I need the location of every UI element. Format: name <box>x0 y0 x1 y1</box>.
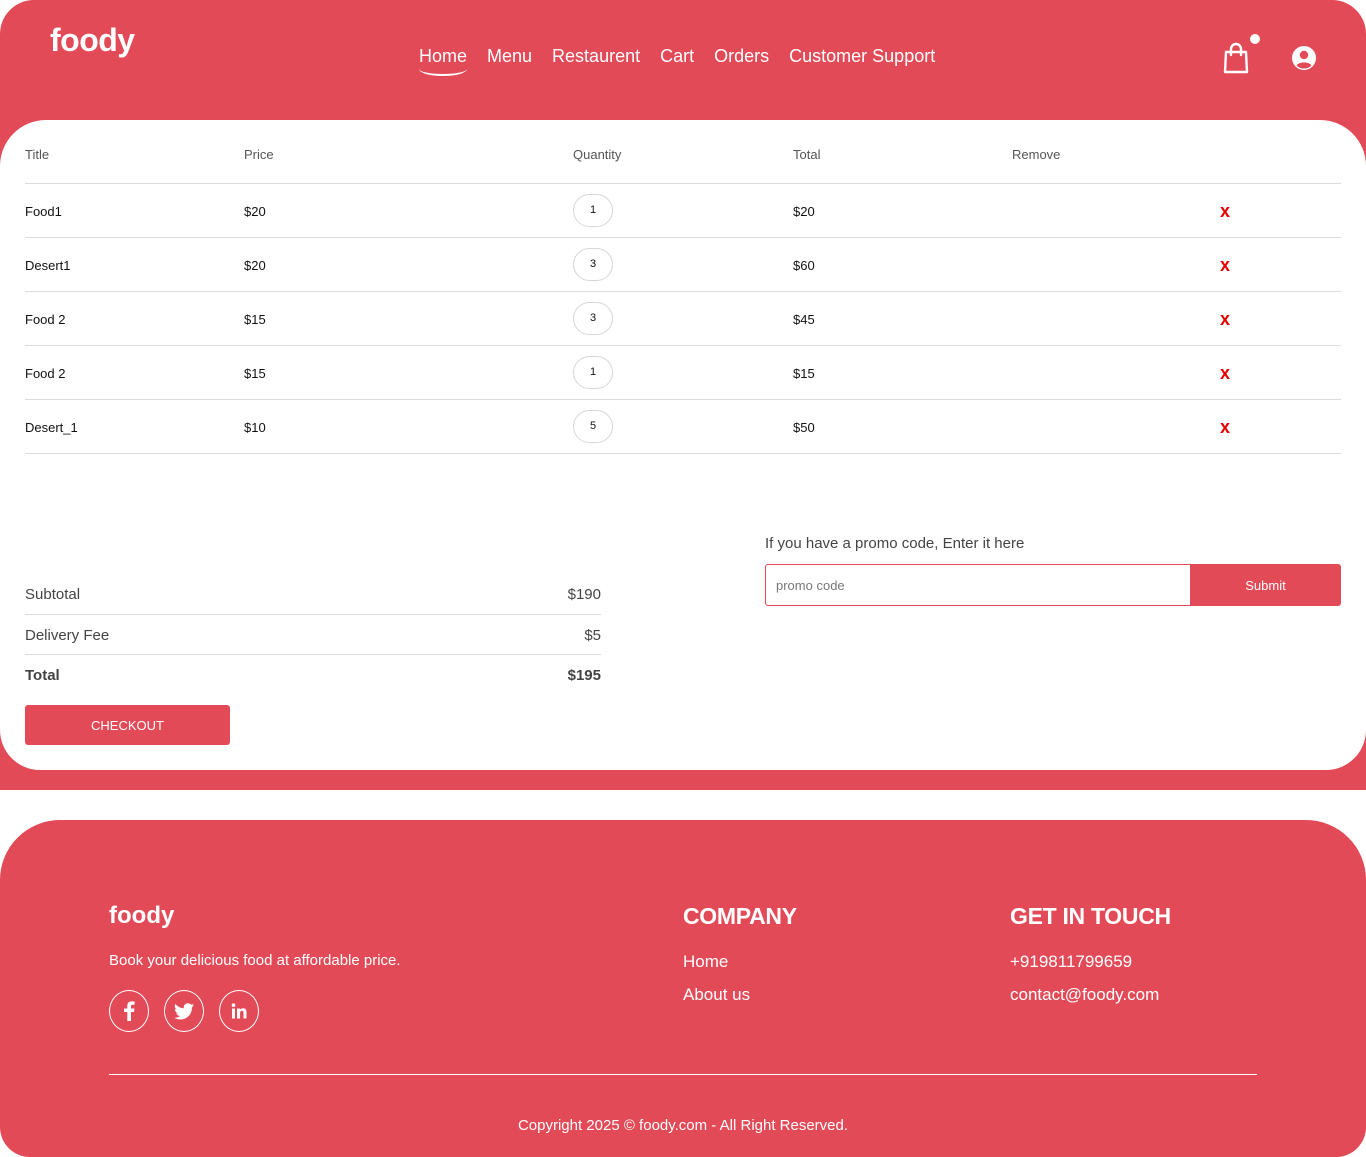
item-title: Food1 <box>25 204 62 219</box>
subtotal-row: Subtotal $190 <box>25 574 601 614</box>
total-label: Total <box>25 667 60 684</box>
promo-label: If you have a promo code, Enter it here <box>765 535 1025 552</box>
remove-item-button[interactable]: x <box>1220 201 1230 222</box>
table-row: Desert_1 $10 5 $50 x <box>25 400 1341 454</box>
shopping-bag-icon[interactable] <box>1222 42 1250 74</box>
item-price: $15 <box>244 312 266 327</box>
quantity-field[interactable]: 1 <box>573 194 613 227</box>
nav-restaurent[interactable]: Restaurent <box>552 46 640 67</box>
item-total: $20 <box>793 204 815 219</box>
item-title: Food 2 <box>25 312 66 327</box>
nav-cart[interactable]: Cart <box>660 46 694 67</box>
item-total: $60 <box>793 258 815 273</box>
user-circle-icon[interactable] <box>1291 45 1317 71</box>
remove-item-button[interactable]: x <box>1220 309 1230 330</box>
table-row: Food1 $20 1 $20 x <box>25 184 1341 238</box>
col-total-header: Total <box>793 147 821 162</box>
item-price: $10 <box>244 420 266 435</box>
remove-item-button[interactable]: x <box>1220 255 1230 276</box>
item-title: Food 2 <box>25 366 66 381</box>
item-total: $45 <box>793 312 815 327</box>
main-nav: Home Menu Restaurent Cart Orders Custome… <box>419 46 935 76</box>
item-total: $15 <box>793 366 815 381</box>
nav-home[interactable]: Home <box>419 46 468 76</box>
col-remove-header: Remove <box>1012 147 1061 162</box>
company-heading: COMPANY <box>683 903 797 929</box>
table-row: Desert1 $20 3 $60 x <box>25 238 1341 292</box>
nav-menu[interactable]: Menu <box>487 46 532 67</box>
item-price: $20 <box>244 204 266 219</box>
item-title: Desert1 <box>25 258 71 273</box>
nav-orders[interactable]: Orders <box>714 46 769 67</box>
copyright-text: Copyright 2025 © foody.com - All Right R… <box>517 1117 849 1134</box>
col-title-header: Title <box>25 147 50 162</box>
col-quantity-header: Quantity <box>573 147 622 162</box>
remove-item-button[interactable]: x <box>1220 363 1230 384</box>
nav-customer-support[interactable]: Customer Support <box>789 46 935 67</box>
total-value: $195 <box>567 667 601 684</box>
checkout-button[interactable]: CHECKOUT <box>25 705 230 745</box>
quantity-field[interactable]: 1 <box>573 356 613 389</box>
site-logo[interactable]: foody <box>50 22 135 59</box>
facebook-icon[interactable] <box>109 990 149 1032</box>
table-row: Food 2 $15 1 $15 x <box>25 346 1341 400</box>
cart-card: Title Price Quantity Total Remove Food1 … <box>0 120 1366 770</box>
linkedin-icon[interactable] <box>219 990 259 1032</box>
footer-link-home[interactable]: Home <box>683 952 728 972</box>
footer-divider <box>109 1074 1257 1075</box>
contact-phone[interactable]: +919811799659 <box>1010 952 1132 972</box>
delivery-fee-label: Delivery Fee <box>25 627 110 644</box>
quantity-field[interactable]: 5 <box>573 410 613 443</box>
contact-heading: GET IN TOUCH <box>1010 903 1171 929</box>
cart-badge-dot <box>1250 34 1260 44</box>
promo-submit-button[interactable]: Submit <box>1190 564 1341 606</box>
delivery-fee-value: $5 <box>584 627 601 644</box>
table-row: Food 2 $15 3 $45 x <box>25 292 1341 346</box>
quantity-field[interactable]: 3 <box>573 248 613 281</box>
subtotal-value: $190 <box>567 586 601 603</box>
footer-logo[interactable]: foody <box>109 902 174 930</box>
total-row: Total $195 <box>25 655 601 695</box>
contact-email[interactable]: contact@foody.com <box>1010 985 1159 1005</box>
remove-item-button[interactable]: x <box>1220 417 1230 438</box>
item-price: $15 <box>244 366 266 381</box>
item-price: $20 <box>244 258 266 273</box>
item-title: Desert_1 <box>25 420 78 435</box>
quantity-field[interactable]: 3 <box>573 302 613 335</box>
promo-code-input[interactable] <box>765 564 1191 606</box>
site-footer: foody Book your delicious food at afford… <box>0 820 1366 1157</box>
subtotal-label: Subtotal <box>25 586 81 603</box>
delivery-fee-row: Delivery Fee $5 <box>25 615 601 655</box>
twitter-icon[interactable] <box>164 990 204 1032</box>
col-price-header: Price <box>244 147 274 162</box>
footer-link-about-us[interactable]: About us <box>683 985 750 1005</box>
footer-tagline: Book your delicious food at affordable p… <box>109 952 401 969</box>
item-total: $50 <box>793 420 815 435</box>
